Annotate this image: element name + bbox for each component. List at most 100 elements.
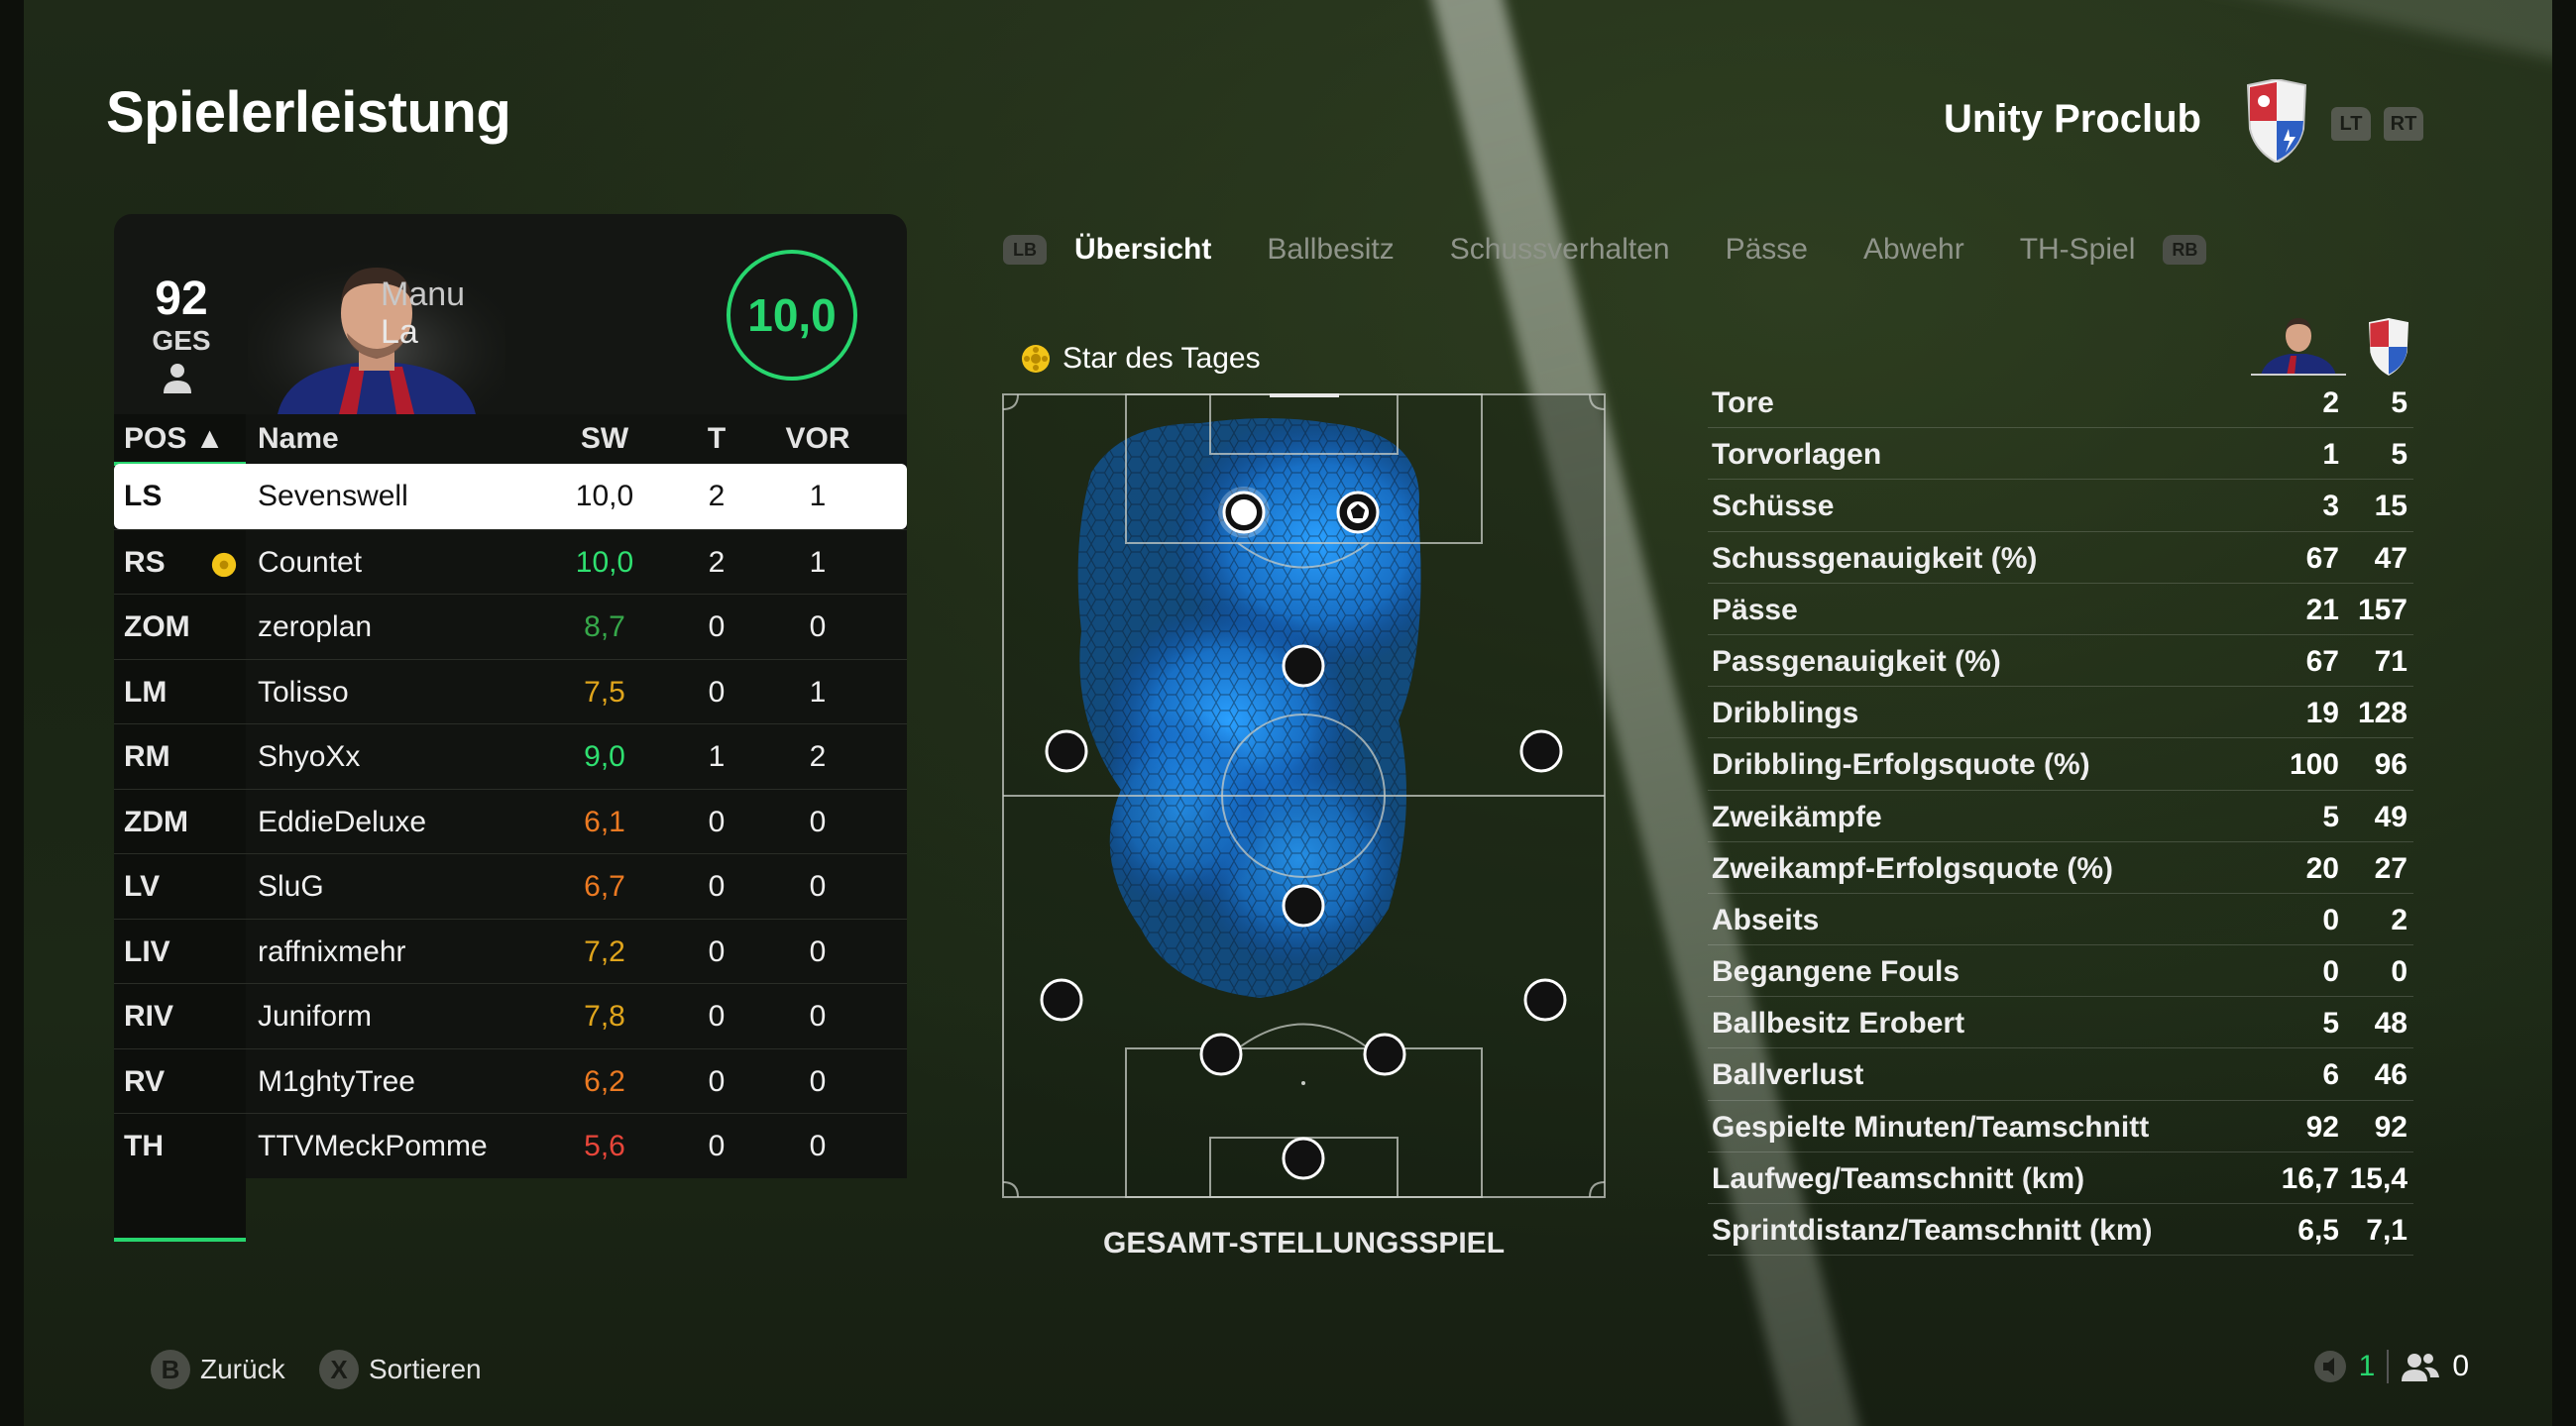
back-button[interactable]: B Zurück <box>151 1350 285 1389</box>
row-name: zeroplan <box>258 610 373 643</box>
row-goals: 0 <box>708 870 726 903</box>
column-header-vor[interactable]: VOR <box>778 422 857 456</box>
stat-player-value: 92 <box>2305 1110 2339 1144</box>
table-row[interactable]: ZOM zeroplan 8,7 0 0 <box>114 594 907 659</box>
row-goals: 0 <box>708 934 726 968</box>
stat-team-value: 96 <box>2374 748 2408 782</box>
star-of-the-day-label: Star des Tages <box>1063 342 1261 375</box>
stat-label: Abseits <box>1712 903 1820 936</box>
row-name: Tolisso <box>258 675 349 709</box>
stat-player-value: 20 <box>2305 851 2339 885</box>
row-goals: 2 <box>708 545 726 579</box>
overall-rating: 92 GES <box>147 275 216 357</box>
stat-team-value: 92 <box>2374 1110 2408 1144</box>
stat-row: Passgenauigkeit (%) 67 71 <box>1708 635 2413 688</box>
table-row[interactable]: RM ShyoXx 9,0 1 2 <box>114 723 907 789</box>
stat-team-value: 15,4 <box>2349 1161 2408 1195</box>
table-row[interactable]: LS Sevenswell 10,0 2 1 <box>114 464 907 529</box>
stat-player-value: 100 <box>2289 748 2339 782</box>
lb-bumper-button[interactable]: LB <box>1003 235 1047 265</box>
row-assists: 0 <box>809 805 827 838</box>
match-rating-badge: 10,0 <box>727 250 857 381</box>
table-row[interactable]: RS Countet 10,0 2 1 <box>114 528 907 595</box>
stat-row: Dribblings 19 128 <box>1708 687 2413 739</box>
table-row[interactable]: LM Tolisso 7,5 0 1 <box>114 658 907 724</box>
page-title: Spielerleistung <box>106 80 511 145</box>
stat-player-value: 16,7 <box>2281 1161 2339 1195</box>
stat-player-value: 0 <box>2322 903 2339 936</box>
tab-4[interactable]: Abwehr <box>1863 233 1964 267</box>
row-name: Juniform <box>258 1000 373 1033</box>
stat-player-value: 0 <box>2322 955 2339 989</box>
stat-player-value: 2 <box>2322 386 2339 419</box>
stat-row: Laufweg/Teamschnitt (km) 16,7 15,4 <box>1708 1152 2413 1204</box>
stat-player-value: 6 <box>2322 1058 2339 1092</box>
row-position: TH <box>124 1130 164 1162</box>
stat-row: Begangene Fouls 0 0 <box>1708 945 2413 998</box>
column-header-name[interactable]: Name <box>258 422 339 456</box>
stat-row: Sprintdistanz/Teamschnitt (km) 6,5 7,1 <box>1708 1204 2413 1257</box>
stat-team-value: 2 <box>2391 903 2408 936</box>
row-goals: 0 <box>708 1130 726 1162</box>
stat-team-value: 5 <box>2391 386 2408 419</box>
table-row[interactable]: RIV Juniform 7,8 0 0 <box>114 983 907 1048</box>
stat-label: Dribblings <box>1712 697 1859 730</box>
table-row[interactable]: ZDM EddieDeluxe 6,1 0 0 <box>114 788 907 854</box>
row-assists: 1 <box>809 545 827 579</box>
stat-row: Ballverlust 6 46 <box>1708 1048 2413 1101</box>
stat-label: Tore <box>1712 386 1774 419</box>
stat-label: Ballverlust <box>1712 1058 1864 1092</box>
row-position: RV <box>124 1064 166 1098</box>
tab-5[interactable]: TH-Spiel <box>2020 233 2136 267</box>
column-header-t[interactable]: T <box>697 422 736 456</box>
speaker-icon <box>2313 1351 2346 1382</box>
stats-tabs: LB Übersicht Ballbesitz Schussverhalten Päs… <box>1003 228 2207 272</box>
tab-2[interactable]: Schussverhalten <box>1450 233 1670 267</box>
stat-row: Ballbesitz Erobert 5 48 <box>1708 997 2413 1049</box>
stat-team-value: 27 <box>2374 851 2408 885</box>
row-position: LS <box>124 480 163 512</box>
lt-trigger-button[interactable]: LT <box>2331 107 2371 141</box>
stats-table: Tore 2 5 Torvorlagen 1 5 Schüsse 3 15 Schussgenau… <box>1708 318 2413 1257</box>
stat-row: Tore 2 5 <box>1708 377 2413 429</box>
column-header-sw[interactable]: SW <box>565 422 644 456</box>
player-last-name: La <box>381 313 418 351</box>
table-row[interactable]: LV SluG 6,7 0 0 <box>114 853 907 919</box>
stat-row: Schussgenauigkeit (%) 67 47 <box>1708 532 2413 584</box>
row-goals: 1 <box>708 740 726 773</box>
table-row[interactable]: TH TTVMeckPomme 5,6 0 0 <box>114 1113 907 1178</box>
column-header-pos[interactable]: POS ▲ <box>114 422 246 466</box>
stat-row: Zweikampf-Erfolgsquote (%) 20 27 <box>1708 842 2413 894</box>
stat-player-value: 6,5 <box>2297 1214 2339 1247</box>
row-name: Sevenswell <box>258 480 408 512</box>
stat-label: Passgenauigkeit (%) <box>1712 644 2001 678</box>
tab-0[interactable]: Übersicht <box>1074 233 1211 267</box>
tab-1[interactable]: Ballbesitz <box>1267 233 1394 267</box>
table-row[interactable]: LIV raffnixmehr 7,2 0 0 <box>114 918 907 984</box>
row-rating: 6,2 <box>584 1064 625 1098</box>
star-of-the-day-icon <box>211 552 237 577</box>
sort-button[interactable]: X Sortieren <box>319 1350 482 1389</box>
tab-3[interactable]: Pässe <box>1726 233 1808 267</box>
rb-bumper-button[interactable]: RB <box>2163 235 2207 265</box>
voice-count: 1 <box>2358 1350 2376 1382</box>
stat-team-value: 5 <box>2391 438 2408 472</box>
row-position: ZDM <box>124 805 188 838</box>
row-assists: 1 <box>809 480 827 512</box>
stat-row: Pässe 21 157 <box>1708 584 2413 635</box>
row-position: LV <box>124 870 161 903</box>
stat-label: Laufweg/Teamschnitt (km) <box>1712 1161 2085 1195</box>
table-row[interactable]: RV M1ghtyTree 6,2 0 0 <box>114 1047 907 1114</box>
x-button-icon: X <box>319 1350 359 1389</box>
overall-value: 92 <box>155 273 208 325</box>
row-goals: 2 <box>708 480 726 512</box>
positioning-heatmap <box>1002 393 1606 1198</box>
rt-trigger-button[interactable]: RT <box>2384 107 2423 141</box>
row-rating: 7,5 <box>584 675 625 709</box>
stat-row: Dribbling-Erfolgsquote (%) 100 96 <box>1708 738 2413 791</box>
stat-label: Zweikämpfe <box>1712 800 1882 833</box>
star-of-the-day-icon <box>1022 345 1050 373</box>
stat-team-value: 47 <box>2374 541 2408 575</box>
star-of-the-day: Star des Tages <box>1021 342 1261 376</box>
stat-label: Gespielte Minuten/Teamschnitt <box>1712 1110 2150 1144</box>
